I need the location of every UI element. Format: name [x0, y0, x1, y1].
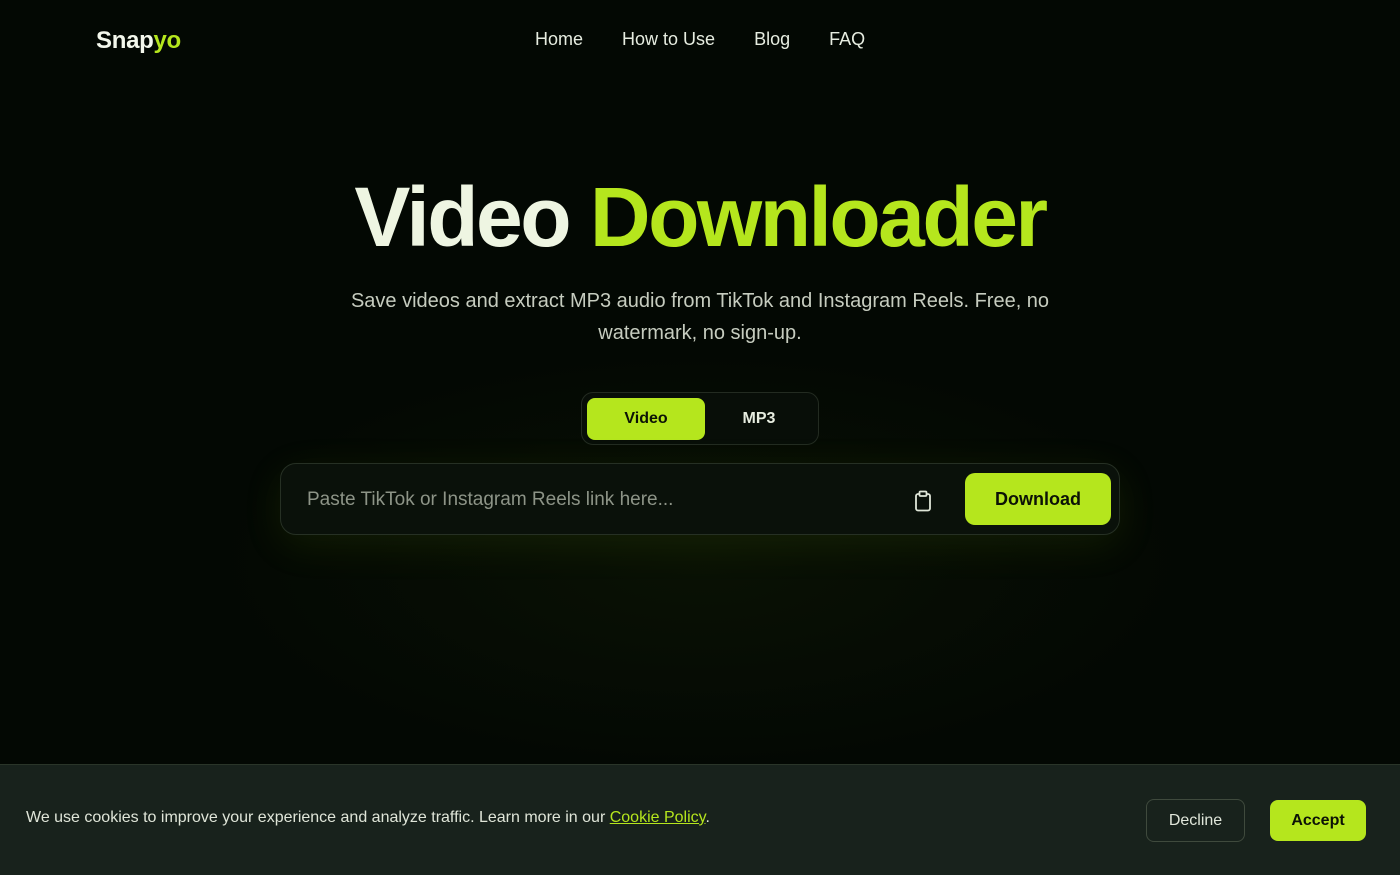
- cookie-policy-link[interactable]: Cookie Policy: [610, 809, 706, 826]
- hero-title-part1: Video: [354, 170, 571, 264]
- nav-link-blog[interactable]: Blog: [754, 29, 790, 50]
- mode-toggle: Video MP3: [581, 392, 819, 445]
- site-header: Snapyo Home How to Use Blog FAQ: [0, 0, 1400, 80]
- url-input[interactable]: [307, 482, 887, 518]
- download-button[interactable]: Download: [965, 473, 1111, 525]
- cookie-banner: We use cookies to improve your experienc…: [0, 764, 1400, 875]
- hero-title: Video Downloader: [0, 172, 1400, 262]
- cookie-text: We use cookies to improve your experienc…: [26, 809, 610, 826]
- page: Snapyo Home How to Use Blog FAQ Video Do…: [0, 0, 1400, 875]
- decline-button[interactable]: Decline: [1146, 799, 1245, 842]
- accept-button[interactable]: Accept: [1270, 800, 1366, 841]
- url-search-bar: Download: [280, 463, 1120, 535]
- nav-link-faq[interactable]: FAQ: [829, 29, 865, 50]
- main-nav: Home How to Use Blog FAQ: [535, 29, 904, 50]
- cookie-message: We use cookies to improve your experienc…: [26, 809, 710, 827]
- hero-subtitle: Save videos and extract MP3 audio from T…: [350, 290, 1050, 344]
- hero-title-part2: Downloader: [589, 170, 1048, 264]
- clipboard-icon[interactable]: [913, 490, 933, 512]
- logo[interactable]: Snapyo: [96, 27, 181, 55]
- mode-option-mp3[interactable]: MP3: [700, 398, 818, 440]
- mode-option-video[interactable]: Video: [587, 398, 705, 440]
- nav-link-home[interactable]: Home: [535, 29, 583, 50]
- logo-part-snap: Snap: [96, 27, 154, 54]
- cookie-text-suffix: .: [705, 809, 710, 826]
- nav-link-how-to-use[interactable]: How to Use: [622, 29, 715, 50]
- logo-part-yo: yo: [153, 27, 181, 54]
